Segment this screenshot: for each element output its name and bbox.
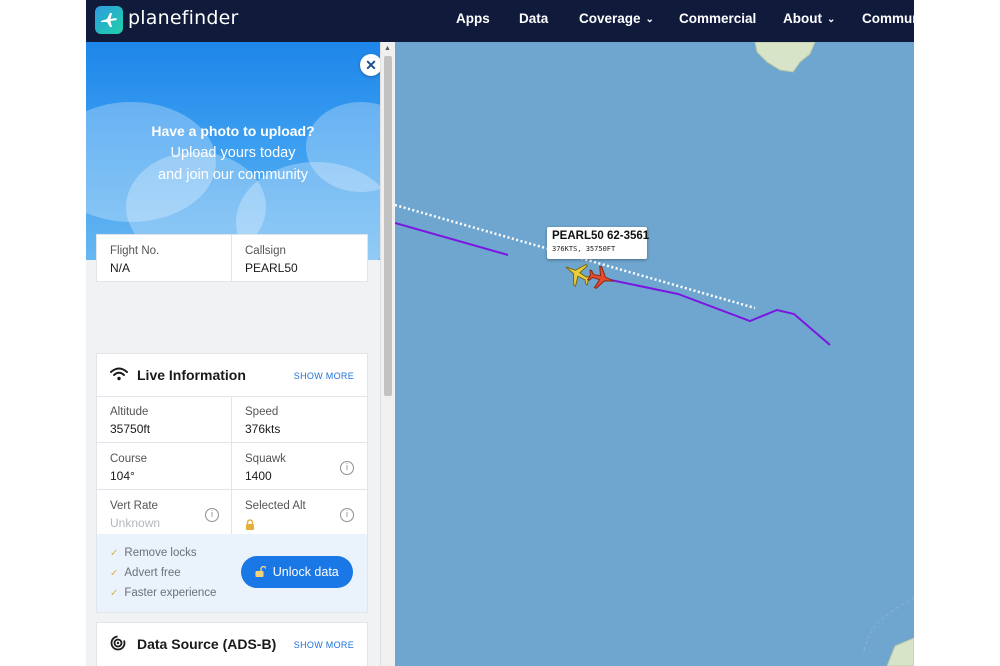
flight-number-cell: Flight No. N/A — [97, 235, 231, 281]
check-icon: ✓ — [110, 548, 119, 559]
brand-name[interactable]: planefinder — [128, 7, 239, 29]
info-icon[interactable]: i — [205, 508, 219, 522]
signal-icon — [110, 635, 126, 656]
live-information-title: Live Information — [137, 367, 246, 383]
promo-line: Upload yours today — [170, 145, 296, 161]
check-icon: ✓ — [110, 588, 119, 599]
altitude-label: Altitude — [110, 406, 149, 418]
data-source-card: Data Source (ADS-B) SHOW MORE — [96, 622, 368, 666]
callsign-value: PEARL50 — [245, 261, 298, 275]
data-source-title: Data Source (ADS-B) — [137, 636, 277, 652]
map-label-speed-altitude: 376KTS, 35750FT — [552, 245, 616, 253]
upsell-item: ✓ Faster experience — [110, 587, 217, 599]
course-label: Course — [110, 453, 148, 465]
altitude-cell: Altitude 35750ft — [97, 396, 231, 442]
land-mass — [754, 42, 816, 73]
plane-logo-icon — [101, 13, 117, 27]
squawk-cell: Squawk 1400 i — [232, 443, 366, 489]
wifi-icon — [110, 366, 128, 387]
flight-number-label: Flight No. — [110, 245, 160, 257]
flight-info-sidebar: Have a photo to upload? Upload yours tod… — [86, 42, 380, 666]
close-icon: ✕ — [365, 57, 377, 73]
upsell-item: ✓ Advert free — [110, 567, 181, 579]
squawk-value: 1400 — [245, 469, 272, 483]
callsign-label: Callsign — [245, 245, 286, 257]
aircraft-map-label[interactable]: PEARL50 62-3561 376KTS, 35750FT — [547, 227, 650, 259]
upsell-item: ✓ Remove locks — [110, 547, 197, 559]
promo-text: Have a photo to upload? Upload yours tod… — [86, 120, 380, 186]
lock-icon — [245, 517, 255, 535]
selected-alt-cell: Selected Alt i — [232, 490, 366, 534]
unlock-data-button[interactable]: Unlock data — [241, 556, 353, 588]
chevron-down-icon: ⌄ — [826, 14, 836, 25]
speed-cell: Speed 376kts — [232, 396, 366, 442]
app-window: planefinder Apps Data Coverage ⌄ Commerci… — [86, 0, 914, 666]
nav-apps[interactable]: Apps — [456, 11, 490, 26]
map-canvas — [395, 42, 914, 666]
nav-coverage[interactable]: Coverage ⌄ — [579, 11, 654, 26]
live-information-card: Live Information SHOW MORE Altitude 3575… — [96, 353, 368, 613]
planefinder-logo[interactable] — [95, 6, 123, 34]
divider — [231, 396, 232, 534]
flight-track-line — [600, 277, 831, 346]
vert-rate-label: Vert Rate — [110, 500, 158, 512]
source-show-more-link[interactable]: SHOW MORE — [294, 640, 354, 650]
vert-rate-value: Unknown — [110, 516, 161, 530]
vert-rate-cell: Vert Rate Unknown i — [97, 490, 231, 534]
flight-map[interactable]: PEARL50 62-3561 376KTS, 35750FT — [395, 42, 914, 666]
callsign-cell: Callsign PEARL50 — [232, 235, 366, 281]
flight-id-card: Flight No. N/A Callsign PEARL50 — [96, 234, 368, 282]
nav-data[interactable]: Data — [519, 11, 548, 26]
promo-title: Have a photo to upload? — [151, 123, 315, 139]
speed-value: 376kts — [245, 422, 281, 436]
unlock-upsell-panel: ✓ Remove locks ✓ Advert free ✓ Faster exper… — [97, 534, 367, 612]
scroll-up-arrow-icon[interactable]: ▲ — [384, 45, 391, 52]
info-icon[interactable]: i — [340, 508, 354, 522]
land-mass — [886, 637, 914, 666]
data-source-header: Data Source (ADS-B) SHOW MORE — [97, 623, 367, 665]
live-information-header: Live Information SHOW MORE — [97, 354, 367, 396]
speed-label: Speed — [245, 406, 279, 418]
chevron-down-icon: ⌄ — [645, 14, 654, 25]
aircraft-icon-selected[interactable] — [586, 264, 616, 292]
top-navigation-bar: planefinder Apps Data Coverage ⌄ Commerci… — [86, 0, 914, 42]
promo-line: and join our community — [158, 167, 308, 183]
sidebar-scrollbar[interactable]: ▲ — [380, 42, 395, 666]
nav-about[interactable]: About ⌄ — [783, 11, 835, 26]
live-show-more-link[interactable]: SHOW MORE — [294, 371, 354, 381]
nav-community[interactable]: Commun — [862, 11, 914, 26]
scrollbar-thumb[interactable] — [384, 56, 392, 396]
nav-commercial[interactable]: Commercial — [679, 11, 756, 26]
flight-track-line — [395, 222, 509, 256]
info-icon[interactable]: i — [340, 461, 354, 475]
close-promo-button[interactable]: ✕ — [360, 54, 380, 76]
course-cell: Course 104° — [97, 443, 231, 489]
course-value: 104° — [110, 469, 135, 483]
flight-number-value: N/A — [110, 261, 131, 275]
unlock-icon — [255, 565, 272, 579]
photo-upload-promo[interactable]: Have a photo to upload? Upload yours tod… — [86, 42, 380, 260]
selected-alt-label: Selected Alt — [245, 500, 306, 512]
check-icon: ✓ — [110, 568, 119, 579]
altitude-value: 35750ft — [110, 422, 151, 436]
squawk-label: Squawk — [245, 453, 286, 465]
map-label-callsign: PEARL50 62-3561 — [552, 230, 650, 242]
